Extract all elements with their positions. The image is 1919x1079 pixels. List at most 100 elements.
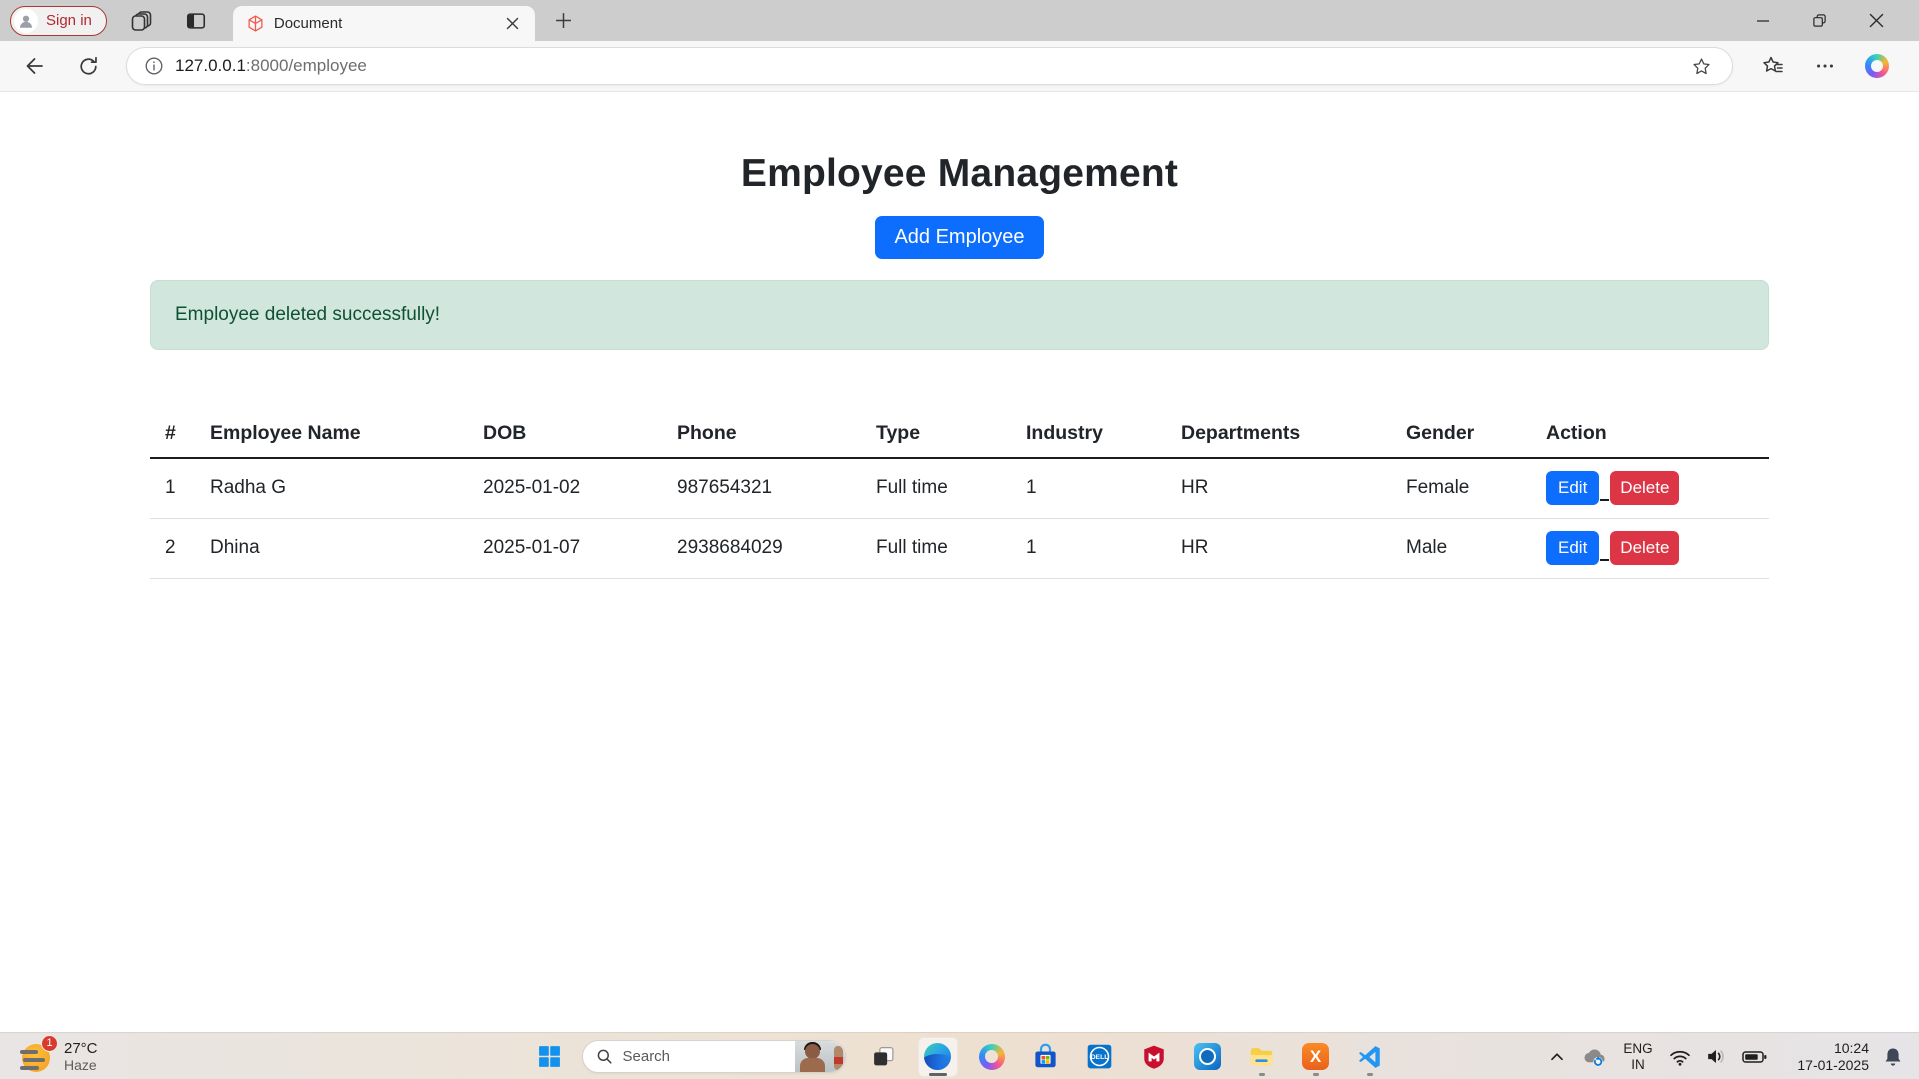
- search-highlight-image[interactable]: [795, 1041, 845, 1073]
- cell-dob: 2025-01-02: [468, 458, 662, 518]
- tray-chevron-icon[interactable]: [1546, 1046, 1568, 1068]
- tab-title: Document: [274, 15, 501, 32]
- url-host: 127.0.0.1: [175, 56, 246, 75]
- cell-name: Radha G: [195, 458, 468, 518]
- taskbar: 1 27°C Haze Search: [0, 1032, 1919, 1079]
- wifi-icon[interactable]: [1668, 1045, 1692, 1069]
- cell-num: 2: [150, 518, 195, 578]
- address-bar[interactable]: 127.0.0.1:8000/employee: [126, 47, 1733, 85]
- weather-temp: 27°C: [64, 1040, 98, 1057]
- cell-dob: 2025-01-07: [468, 518, 662, 578]
- web-page: Employee Management Add Employee Employe…: [0, 92, 1919, 1032]
- haze-weather-icon: 1: [18, 1038, 56, 1076]
- link-underscore: [1600, 499, 1609, 501]
- page-title: Employee Management: [0, 152, 1919, 196]
- browser-toolbar: 127.0.0.1:8000/employee: [0, 41, 1919, 92]
- cell-phone: 987654321: [662, 458, 861, 518]
- language-indicator[interactable]: ENG IN: [1620, 1041, 1656, 1072]
- language-top: ENG: [1623, 1041, 1652, 1057]
- site-info-icon[interactable]: [143, 55, 165, 77]
- edge-taskbar-icon[interactable]: [918, 1037, 958, 1077]
- cell-phone: 2938684029: [662, 518, 861, 578]
- copilot-icon[interactable]: [1857, 48, 1897, 84]
- col-header-gender: Gender: [1391, 412, 1531, 458]
- success-alert: Employee deleted successfully!: [150, 280, 1769, 350]
- restore-button[interactable]: [1791, 0, 1848, 41]
- url-text: 127.0.0.1:8000/employee: [175, 56, 367, 76]
- delete-button[interactable]: Delete: [1610, 531, 1679, 565]
- workspaces-icon[interactable]: [127, 6, 157, 36]
- start-button[interactable]: [530, 1037, 570, 1077]
- browser-tab[interactable]: Document: [233, 6, 535, 41]
- clock[interactable]: 10:24 17-01-2025: [1781, 1040, 1869, 1073]
- volume-icon[interactable]: [1704, 1044, 1729, 1069]
- cell-gender: Male: [1391, 518, 1531, 578]
- edge-logo: [924, 1043, 951, 1070]
- cell-num: 1: [150, 458, 195, 518]
- table-header: # Employee Name DOB Phone Type Industry …: [150, 412, 1769, 458]
- minimize-button[interactable]: [1734, 0, 1791, 41]
- outlook-icon[interactable]: [1188, 1037, 1228, 1077]
- table-row: 1 Radha G 2025-01-02 987654321 Full time…: [150, 458, 1769, 518]
- favorites-list-icon[interactable]: [1753, 48, 1793, 84]
- xampp-icon[interactable]: Χ: [1296, 1037, 1336, 1077]
- system-tray: ENG IN: [1546, 1033, 1905, 1079]
- col-header-phone: Phone: [662, 412, 861, 458]
- onedrive-icon[interactable]: [1580, 1043, 1608, 1071]
- col-header-industry: Industry: [1011, 412, 1166, 458]
- refresh-button[interactable]: [70, 48, 106, 84]
- laravel-favicon: [247, 15, 264, 32]
- add-button-row: Add Employee: [0, 216, 1919, 259]
- browser-titlebar: Sign in Document: [0, 0, 1919, 41]
- outlook-logo: [1194, 1043, 1221, 1070]
- link-underscore: [1600, 559, 1609, 561]
- mcafee-icon[interactable]: [1134, 1037, 1174, 1077]
- cell-departments: HR: [1166, 458, 1391, 518]
- delete-button[interactable]: Delete: [1610, 471, 1679, 505]
- cell-type: Full time: [861, 458, 1011, 518]
- taskbar-center: Search: [530, 1033, 1390, 1079]
- cell-action: Edit Delete: [1531, 458, 1769, 518]
- favorite-star-icon[interactable]: [1686, 51, 1716, 81]
- add-employee-button[interactable]: Add Employee: [875, 216, 1043, 259]
- vscode-icon[interactable]: [1350, 1037, 1390, 1077]
- cell-industry: 1: [1011, 458, 1166, 518]
- employee-table: # Employee Name DOB Phone Type Industry …: [150, 412, 1769, 579]
- profile-avatar-icon: [14, 9, 38, 33]
- more-options-icon[interactable]: [1805, 48, 1845, 84]
- sign-in-button[interactable]: Sign in: [10, 6, 107, 36]
- cell-gender: Female: [1391, 458, 1531, 518]
- edit-button[interactable]: Edit: [1546, 471, 1599, 505]
- copilot-logo: [979, 1044, 1005, 1070]
- copilot-taskbar-icon[interactable]: [972, 1037, 1012, 1077]
- microsoft-store-icon[interactable]: [1026, 1037, 1066, 1077]
- notification-badge: 1: [41, 1035, 58, 1052]
- col-header-num: #: [150, 412, 195, 458]
- file-explorer-icon[interactable]: [1242, 1037, 1282, 1077]
- weather-widget[interactable]: 1 27°C Haze: [18, 1033, 98, 1079]
- back-button[interactable]: [16, 48, 52, 84]
- new-tab-button[interactable]: [549, 6, 579, 36]
- cell-industry: 1: [1011, 518, 1166, 578]
- clock-time: 10:24: [1834, 1040, 1869, 1057]
- dell-label: DELL: [1091, 1054, 1109, 1061]
- alert-message: Employee deleted successfully!: [175, 304, 440, 325]
- notification-bell-icon[interactable]: [1881, 1045, 1905, 1069]
- battery-icon[interactable]: [1741, 1043, 1769, 1071]
- task-view-icon[interactable]: [864, 1037, 904, 1077]
- edit-button[interactable]: Edit: [1546, 531, 1599, 565]
- language-bottom: IN: [1631, 1057, 1645, 1073]
- col-header-dob: DOB: [468, 412, 662, 458]
- col-header-name: Employee Name: [195, 412, 468, 458]
- weather-text: 27°C Haze: [64, 1040, 98, 1073]
- tab-actions-icon[interactable]: [181, 6, 211, 36]
- tab-close-icon[interactable]: [501, 12, 525, 36]
- sign-in-label: Sign in: [46, 12, 92, 29]
- close-button[interactable]: [1848, 0, 1905, 41]
- cell-departments: HR: [1166, 518, 1391, 578]
- cell-name: Dhina: [195, 518, 468, 578]
- screen: Sign in Document: [0, 0, 1919, 1079]
- taskbar-search[interactable]: Search: [582, 1040, 846, 1073]
- dell-icon[interactable]: DELL: [1080, 1037, 1120, 1077]
- search-label: Search: [623, 1048, 671, 1065]
